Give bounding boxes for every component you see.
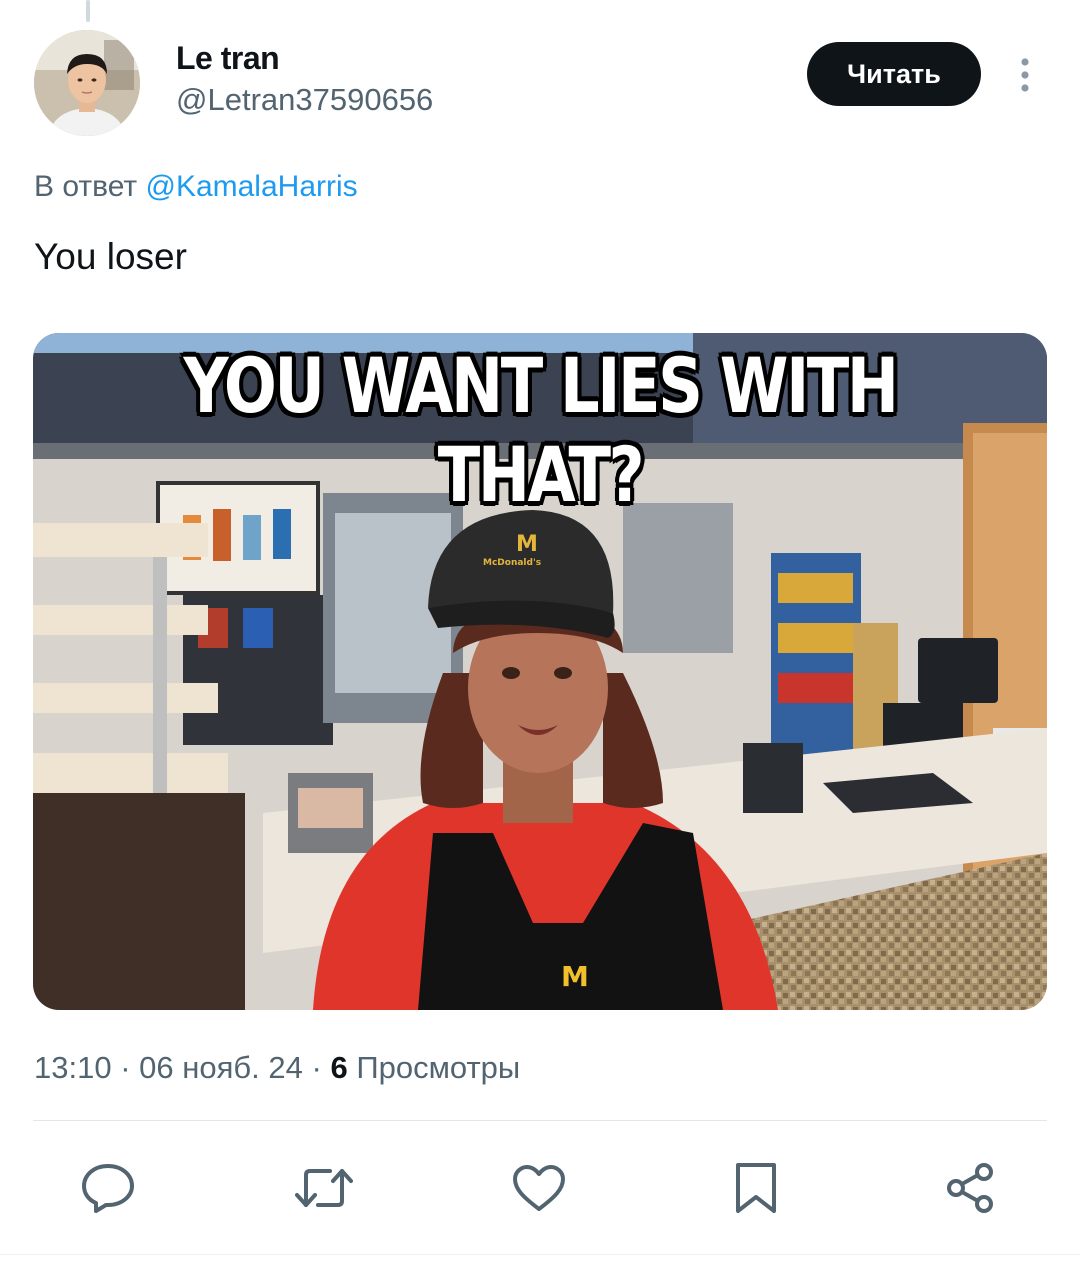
retweet-icon xyxy=(295,1169,353,1207)
cap-brand-text: McDonald's xyxy=(483,558,541,568)
cap-logo: M xyxy=(516,532,538,557)
actions-divider xyxy=(33,1120,1047,1121)
apron-logo: M xyxy=(561,960,589,993)
reply-mention-link[interactable]: @KamalaHarris xyxy=(145,170,357,203)
share-icon xyxy=(947,1163,993,1213)
views-count: 6 xyxy=(330,1050,348,1085)
bookmark-icon xyxy=(736,1163,776,1213)
avatar-photo xyxy=(34,30,140,136)
bottom-divider xyxy=(0,1254,1080,1255)
tweet-date[interactable]: 06 нояб. 24 xyxy=(139,1050,303,1085)
author-handle[interactable]: @Letran37590656 xyxy=(176,82,433,118)
share-button[interactable] xyxy=(940,1158,1000,1218)
reply-prefix: В ответ xyxy=(34,170,138,203)
tweet-media-image[interactable]: M McDonald's M YOU WANT LIES WITH THAT? xyxy=(33,333,1047,1010)
author-display-name[interactable]: Le tran xyxy=(176,40,280,77)
thread-connector-line xyxy=(86,0,90,22)
views-label: Просмотры xyxy=(356,1050,521,1085)
author-avatar[interactable] xyxy=(34,30,140,136)
tweet-time[interactable]: 13:10 xyxy=(34,1050,112,1085)
like-button[interactable] xyxy=(509,1158,569,1218)
reply-button[interactable] xyxy=(78,1158,138,1218)
bookmark-button[interactable] xyxy=(726,1158,786,1218)
tweet-meta: 13:10 · 06 нояб. 24 · 6 Просмотры xyxy=(34,1050,520,1086)
meta-separator: · xyxy=(120,1050,131,1085)
follow-button[interactable]: Читать xyxy=(807,42,981,106)
meta-separator: · xyxy=(311,1050,322,1085)
meme-caption: YOU WANT LIES WITH THAT? xyxy=(183,341,899,519)
more-options-icon[interactable] xyxy=(1010,56,1040,96)
retweet-button[interactable] xyxy=(294,1158,354,1218)
reply-icon xyxy=(82,1164,134,1213)
like-icon xyxy=(513,1165,565,1211)
tweet-text: You loser xyxy=(34,236,187,277)
reply-context: В ответ @KamalaHarris xyxy=(34,170,358,204)
